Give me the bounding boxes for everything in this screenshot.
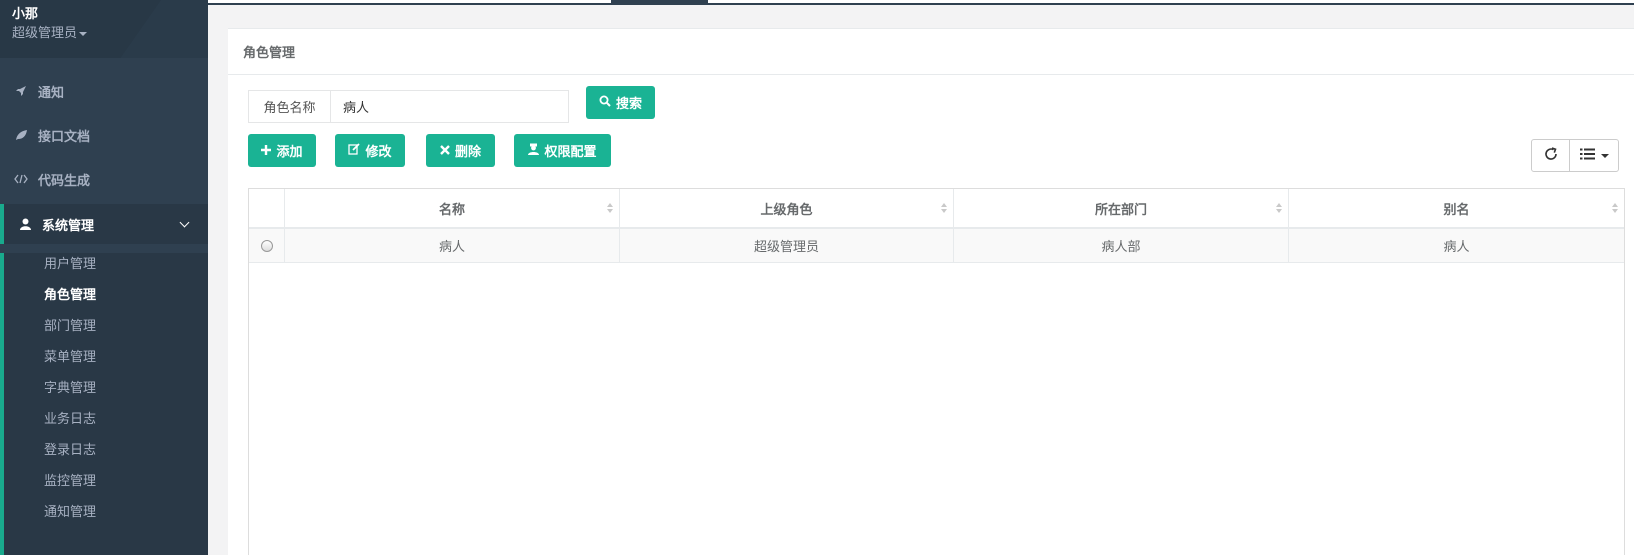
permission-button-label: 权限配置 — [544, 145, 597, 160]
profile-name: 小那 — [12, 7, 39, 22]
sub-item-monitor[interactable]: 监控管理 — [44, 470, 96, 489]
search-label: 角色名称 — [249, 91, 331, 122]
content-panel: 角色管理 角色名称 搜索 添加 修改 删除 权限配置 — [228, 28, 1634, 555]
add-button-label: 添加 — [276, 145, 303, 160]
table-cell: 病人 — [285, 229, 620, 262]
table-row[interactable]: 病人 超级管理员 病人部 病人 — [249, 229, 1624, 263]
edit-button-label: 修改 — [365, 145, 392, 160]
nav-item-label: 系统管理 — [42, 218, 95, 234]
refresh-button[interactable] — [1531, 139, 1570, 172]
nav-item-api-docs[interactable]: 接口文档 — [0, 115, 208, 155]
table-header: 名称 上级角色 所在部门 别名 — [249, 189, 1624, 229]
sub-item-login-log[interactable]: 登录日志 — [44, 439, 96, 458]
column-header-label: 名称 — [438, 202, 465, 218]
column-header-name[interactable]: 名称 — [285, 189, 620, 227]
caret-down-icon — [79, 31, 88, 36]
column-header-label: 所在部门 — [1094, 202, 1147, 218]
sort-icon — [1276, 203, 1282, 215]
role-name-input[interactable] — [331, 91, 568, 122]
search-button-label: 搜索 — [615, 97, 642, 112]
page-title: 角色管理 — [243, 46, 296, 61]
search-button[interactable]: 搜索 — [586, 86, 655, 119]
column-header-label: 别名 — [1443, 202, 1470, 218]
refresh-icon — [1544, 146, 1558, 165]
nav-item-label: 代码生成 — [38, 173, 91, 189]
user-icon — [16, 218, 34, 230]
column-header-department[interactable]: 所在部门 — [954, 189, 1289, 227]
sort-icon — [1612, 203, 1618, 215]
nav-item-system[interactable]: 系统管理 — [0, 204, 208, 244]
edit-button[interactable]: 修改 — [335, 134, 405, 167]
sub-item-menu[interactable]: 菜单管理 — [44, 346, 96, 365]
profile-decoration — [97, 0, 208, 58]
user-secret-icon — [528, 143, 540, 158]
code-icon — [12, 174, 30, 184]
profile-role-dropdown[interactable]: 超级管理员 — [12, 22, 88, 41]
edit-icon — [348, 143, 361, 158]
column-header-parent-role[interactable]: 上级角色 — [620, 189, 954, 227]
delete-button[interactable]: 删除 — [426, 134, 495, 167]
nav-item-code-gen[interactable]: 代码生成 — [0, 159, 208, 199]
sort-icon — [941, 203, 947, 215]
leaf-icon — [12, 129, 30, 141]
table-cell: 超级管理员 — [620, 229, 954, 262]
column-header-alias[interactable]: 别名 — [1289, 189, 1624, 227]
permission-button[interactable]: 权限配置 — [514, 134, 611, 167]
search-group: 角色名称 — [248, 90, 569, 123]
table-cell: 病人 — [1443, 240, 1470, 255]
sub-item-user[interactable]: 用户管理 — [44, 253, 96, 272]
row-select-cell — [249, 229, 285, 262]
roles-table: 名称 上级角色 所在部门 别名 病人 超级管理员 病人部 病人 — [248, 188, 1625, 555]
search-icon — [599, 95, 611, 110]
add-button[interactable]: 添加 — [248, 134, 316, 167]
columns-toggle-button[interactable] — [1569, 139, 1619, 172]
top-tab-bar — [208, 0, 1634, 5]
active-tab[interactable] — [611, 0, 708, 5]
row-select-radio[interactable] — [260, 239, 273, 252]
list-icon — [1579, 148, 1595, 164]
nav-item-notice[interactable]: 通知 — [0, 71, 208, 111]
column-header-label: 上级角色 — [760, 202, 813, 218]
sort-icon — [607, 203, 613, 215]
sub-item-dict[interactable]: 字典管理 — [44, 377, 96, 396]
nav-item-label: 接口文档 — [38, 129, 91, 145]
sub-item-dept[interactable]: 部门管理 — [44, 315, 96, 334]
profile-role-label: 超级管理员 — [12, 26, 78, 41]
nav-item-label: 通知 — [38, 85, 65, 101]
rocket-icon — [12, 85, 30, 97]
system-submenu: 用户管理 角色管理 部门管理 菜单管理 字典管理 业务日志 登录日志 监控管理 … — [0, 253, 208, 555]
plus-icon — [261, 144, 272, 158]
profile-header: 小那 超级管理员 — [0, 0, 208, 58]
caret-down-icon — [1600, 153, 1609, 158]
divider — [228, 74, 1634, 75]
sub-item-biz-log[interactable]: 业务日志 — [44, 408, 96, 427]
sidebar: 小那 超级管理员 通知 接口文档 代码生成 系统管理 用户管理 角色管理 部门管… — [0, 0, 208, 555]
close-icon — [440, 144, 450, 158]
sub-item-role[interactable]: 角色管理 — [44, 284, 96, 303]
select-column-header — [249, 189, 285, 227]
chevron-down-icon — [179, 217, 190, 228]
table-cell: 病人部 — [954, 229, 1289, 262]
delete-button-label: 删除 — [454, 145, 481, 160]
sub-item-notice[interactable]: 通知管理 — [44, 501, 96, 520]
